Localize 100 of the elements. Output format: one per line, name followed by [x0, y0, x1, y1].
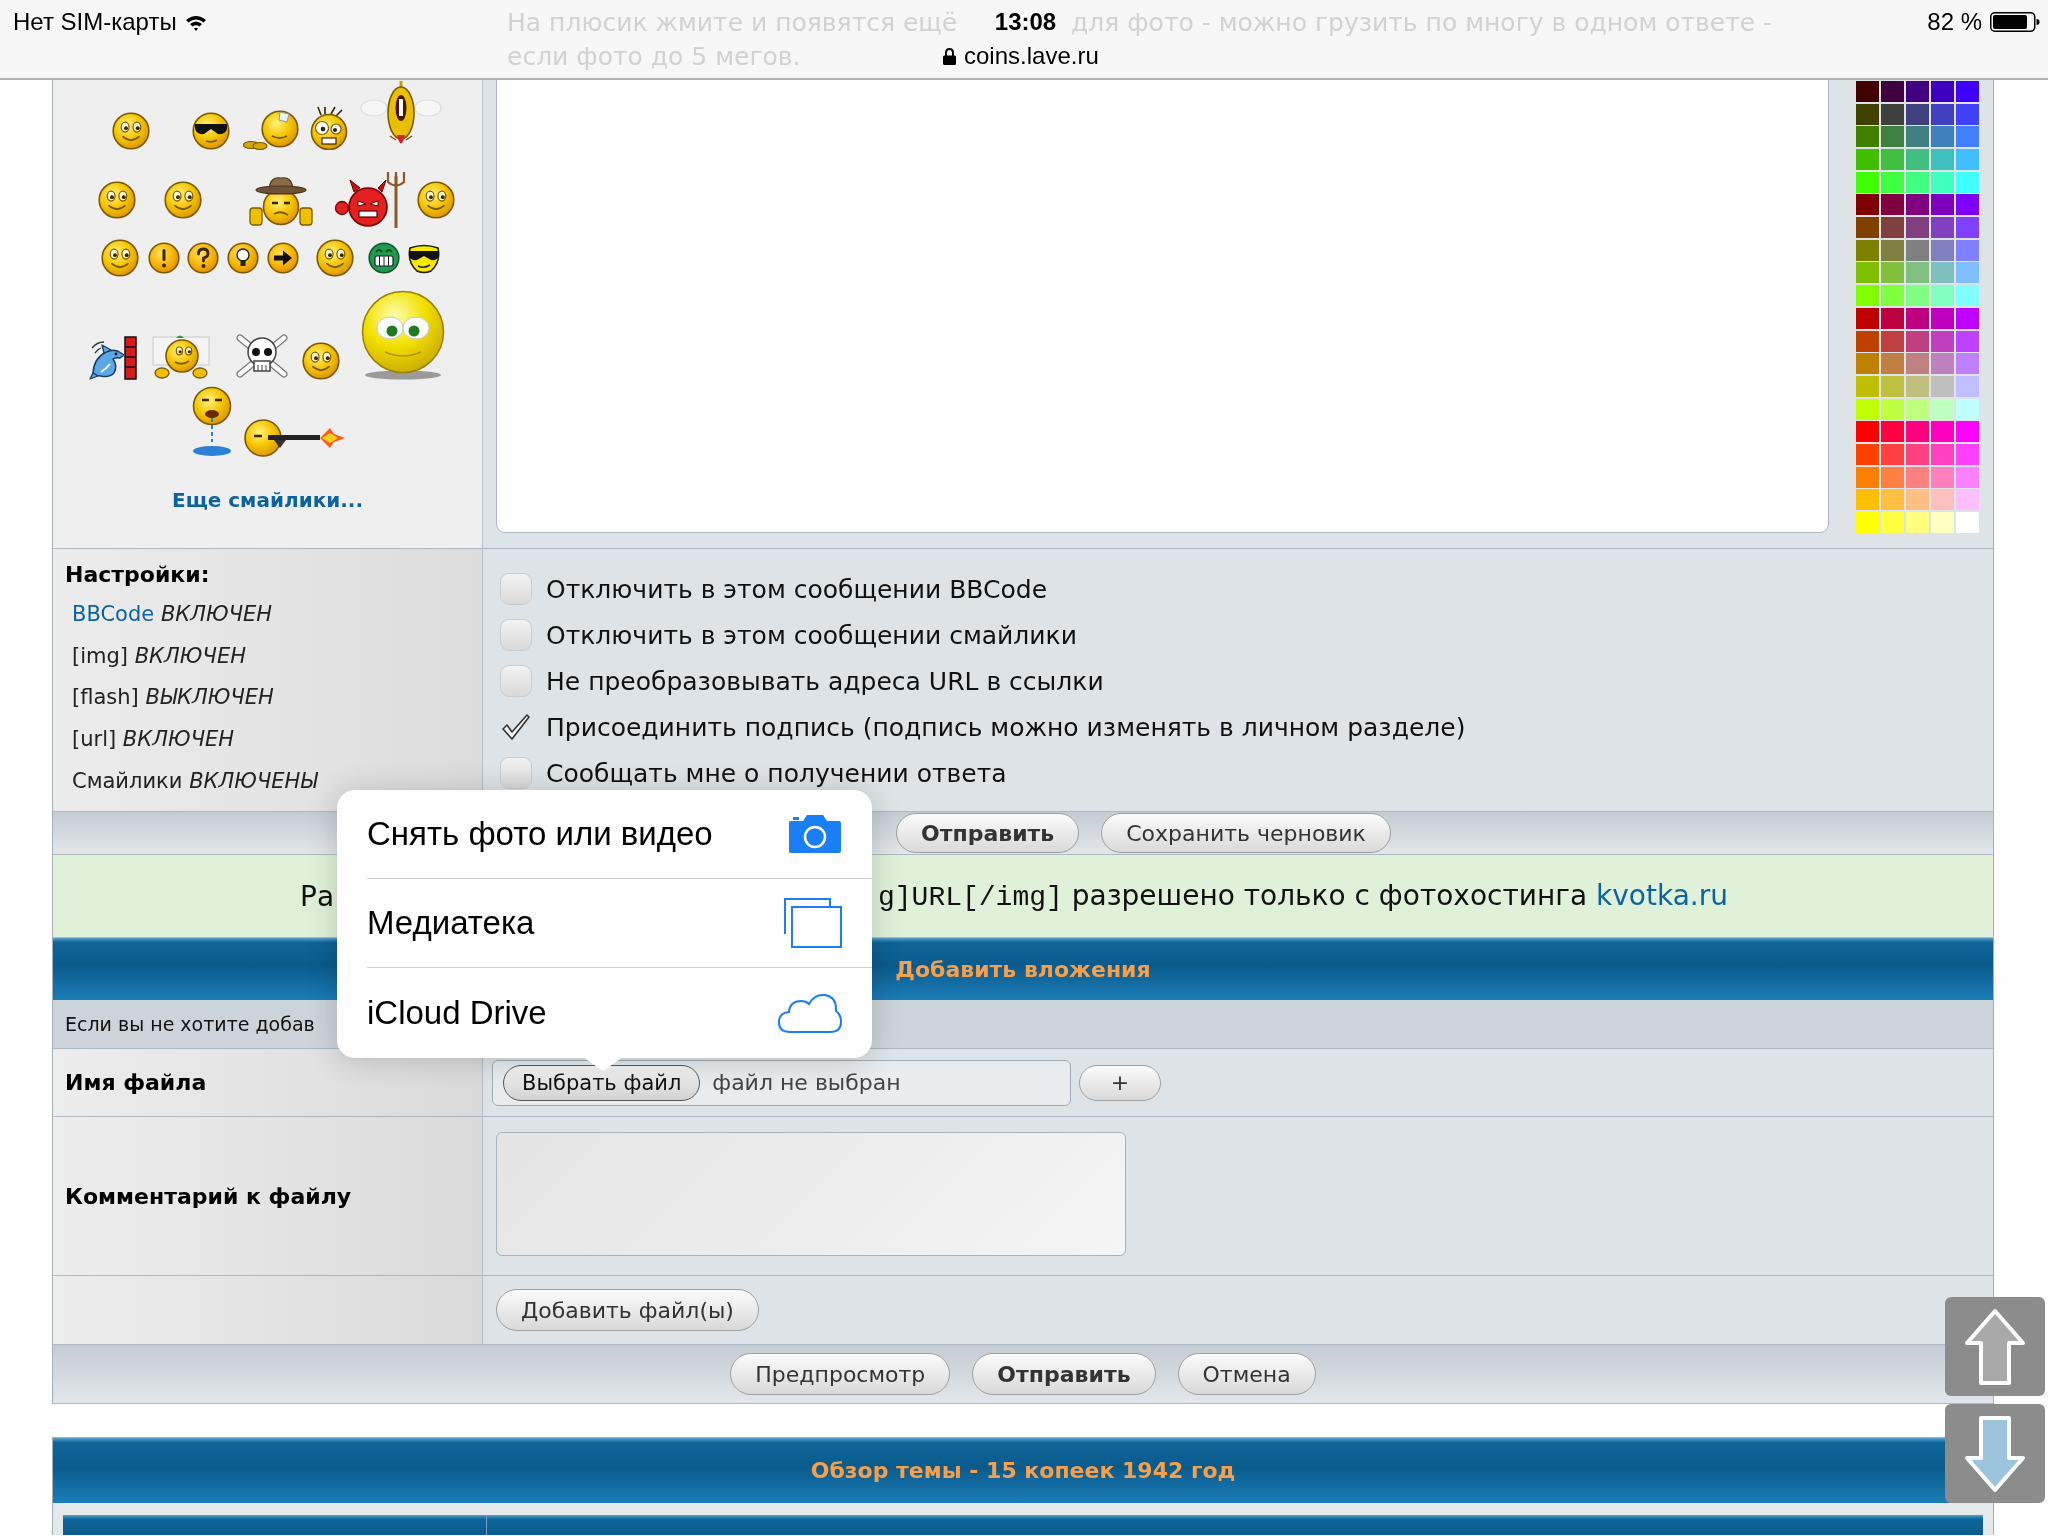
color-swatch[interactable] — [1905, 489, 1929, 511]
devil-icon[interactable] — [334, 170, 406, 230]
add-field-button[interactable]: + — [1079, 1064, 1161, 1101]
smiley-icon[interactable] — [98, 181, 136, 219]
color-swatch[interactable] — [1856, 353, 1879, 375]
drooling-smiley-icon[interactable] — [190, 386, 234, 458]
setting-link[interactable]: BBCode — [72, 601, 155, 626]
color-swatch[interactable] — [1930, 262, 1954, 284]
smiley-with-gun-icon[interactable] — [244, 418, 346, 458]
color-swatch[interactable] — [1930, 512, 1954, 533]
color-swatch[interactable] — [1955, 489, 1979, 511]
color-swatch[interactable] — [1955, 398, 1979, 420]
menu-item[interactable]: Медиатека — [367, 879, 872, 968]
save-draft-button[interactable]: Сохранить черновик — [1101, 813, 1391, 853]
color-swatch[interactable] — [1930, 103, 1954, 125]
color-swatch[interactable] — [1856, 330, 1879, 352]
color-swatch[interactable] — [1930, 398, 1954, 420]
color-swatch[interactable] — [1930, 307, 1954, 329]
smiley-icon[interactable] — [302, 342, 340, 380]
color-swatch[interactable] — [1905, 307, 1929, 329]
color-swatch[interactable] — [1955, 353, 1979, 375]
color-swatch[interactable] — [1955, 126, 1979, 148]
scroll-down-button[interactable] — [1945, 1404, 2045, 1503]
color-swatch[interactable] — [1905, 171, 1929, 193]
color-swatch[interactable] — [1856, 149, 1879, 170]
color-swatch[interactable] — [1856, 80, 1879, 102]
form-button[interactable]: Отмена — [1177, 1353, 1316, 1395]
color-swatch[interactable] — [1930, 466, 1954, 488]
exclamation-icon[interactable] — [148, 242, 180, 274]
color-swatch[interactable] — [1955, 421, 1979, 443]
color-swatch[interactable] — [1930, 330, 1954, 352]
color-swatch[interactable] — [1881, 239, 1904, 261]
color-swatch[interactable] — [1905, 375, 1929, 397]
smiley-icon[interactable] — [316, 239, 354, 277]
color-swatch[interactable] — [1930, 285, 1954, 307]
color-swatch[interactable] — [1955, 103, 1979, 125]
color-swatch[interactable] — [1930, 194, 1954, 216]
checkbox[interactable] — [500, 711, 532, 743]
color-swatch[interactable] — [1930, 421, 1954, 443]
color-swatch[interactable] — [1881, 421, 1904, 443]
color-swatch[interactable] — [1930, 217, 1954, 239]
color-swatch[interactable] — [1881, 375, 1904, 397]
smiley-icon[interactable] — [164, 181, 202, 219]
color-swatch[interactable] — [1905, 217, 1929, 239]
color-swatch[interactable] — [1856, 217, 1879, 239]
grinning-face-icon[interactable] — [368, 242, 400, 274]
color-swatch[interactable] — [1856, 262, 1879, 284]
color-swatch[interactable] — [1881, 126, 1904, 148]
color-swatch[interactable] — [1856, 126, 1879, 148]
skull-icon[interactable] — [234, 332, 290, 380]
color-swatch[interactable] — [1856, 239, 1879, 261]
smiley-icon[interactable] — [112, 112, 150, 150]
host-link[interactable]: kvotka.ru — [1596, 879, 1728, 912]
checkbox[interactable] — [500, 619, 532, 651]
color-swatch[interactable] — [1856, 307, 1879, 329]
color-swatch[interactable] — [1905, 262, 1929, 284]
color-swatch[interactable] — [1905, 443, 1929, 465]
color-swatch[interactable] — [1955, 171, 1979, 193]
color-swatch[interactable] — [1881, 149, 1904, 170]
color-swatch[interactable] — [1856, 489, 1879, 511]
color-swatch[interactable] — [1881, 398, 1904, 420]
color-swatch[interactable] — [1955, 217, 1979, 239]
color-swatch[interactable] — [1930, 375, 1954, 397]
more-smileys-link[interactable]: Еще смайлики... — [171, 488, 364, 512]
color-swatch[interactable] — [1955, 262, 1979, 284]
menu-item[interactable]: Снять фото или видео — [367, 790, 872, 879]
submit-button[interactable]: Отправить — [896, 813, 1080, 853]
color-swatch[interactable] — [1905, 512, 1929, 533]
color-swatch[interactable] — [1905, 103, 1929, 125]
color-swatch[interactable] — [1930, 149, 1954, 170]
color-swatch[interactable] — [1881, 285, 1904, 307]
color-swatch[interactable] — [1930, 126, 1954, 148]
scroll-up-button[interactable] — [1945, 1297, 2045, 1396]
lightbulb-icon[interactable] — [227, 242, 259, 274]
color-swatch[interactable] — [1955, 194, 1979, 216]
color-swatch[interactable] — [1955, 375, 1979, 397]
file-input-field[interactable]: Выбрать файл файл не выбран — [492, 1059, 1071, 1106]
color-swatch[interactable] — [1881, 262, 1904, 284]
color-swatch[interactable] — [1955, 285, 1979, 307]
form-button[interactable]: Предпросмотр — [730, 1353, 951, 1395]
color-swatch[interactable] — [1955, 149, 1979, 170]
checkbox[interactable] — [500, 665, 532, 697]
color-swatch[interactable] — [1930, 353, 1954, 375]
color-swatch[interactable] — [1856, 443, 1879, 465]
big-smiley-icon[interactable] — [359, 290, 447, 380]
color-swatch[interactable] — [1856, 466, 1879, 488]
color-swatch[interactable] — [1930, 171, 1954, 193]
color-swatch[interactable] — [1856, 285, 1879, 307]
color-swatch[interactable] — [1856, 375, 1879, 397]
color-swatch[interactable] — [1905, 466, 1929, 488]
color-swatch[interactable] — [1881, 353, 1904, 375]
color-swatch[interactable] — [1955, 512, 1979, 533]
color-swatch[interactable] — [1856, 194, 1879, 216]
crazy-smiley-icon[interactable] — [309, 106, 349, 150]
sunglasses-smiley-icon[interactable] — [192, 112, 230, 150]
color-swatch[interactable] — [1905, 353, 1929, 375]
color-swatch[interactable] — [1905, 285, 1929, 307]
comment-field[interactable] — [496, 1132, 1126, 1256]
smiley-with-slippers-icon[interactable] — [243, 110, 299, 150]
color-swatch[interactable] — [1881, 194, 1904, 216]
